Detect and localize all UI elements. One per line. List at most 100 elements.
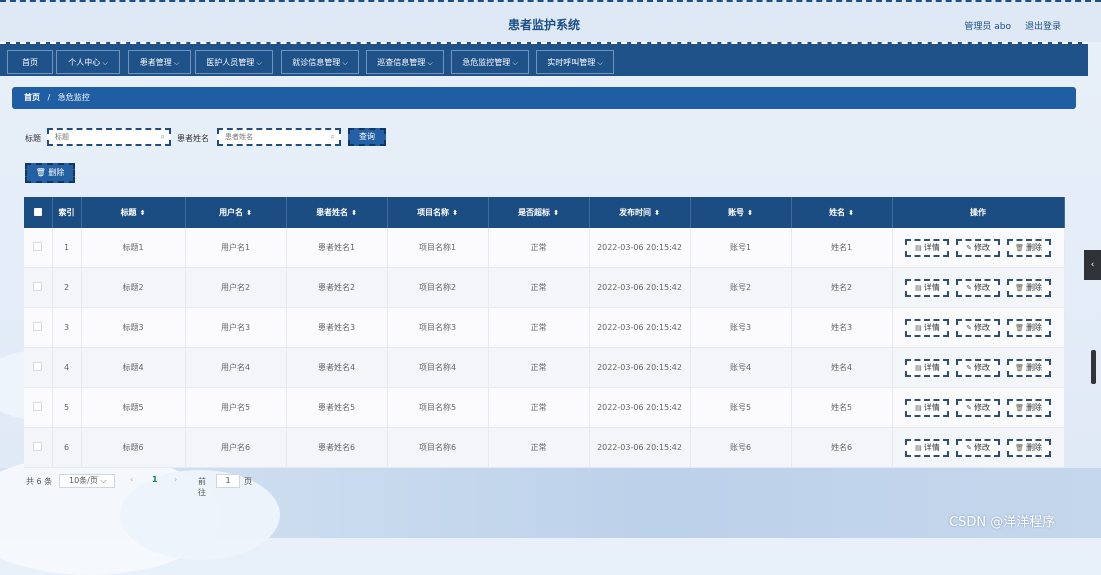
page-size-select[interactable]: 10条/页 ⌵ [59,474,115,488]
batch-delete-button[interactable]: 🗑 删除 [25,163,75,183]
cell-title: 标题4 [81,347,186,388]
column-header-title[interactable]: 标题 ⬍ [81,197,186,228]
sort-caret-icon[interactable]: ⬍ [246,209,252,217]
trash-icon: 🗑 [1015,363,1024,372]
pencil-icon: ✎ [966,323,972,332]
nav-item-patient-management[interactable]: 患者管理 ⌵ [128,50,191,74]
column-header-status[interactable]: 是否超标 ⬍ [488,197,590,228]
patient-name-box: ⌕ [217,128,341,146]
document-icon: ▤ [915,243,922,252]
edit-button[interactable]: ✎ 修改 [956,438,1000,457]
title-search-input[interactable] [49,130,169,144]
cell-patient-name: 患者姓名6 [286,427,388,468]
cell-name: 姓名2 [791,267,893,308]
delete-button[interactable]: 🗑 删除 [1006,238,1051,257]
column-header-name[interactable]: 姓名 ⬍ [791,197,893,228]
nav-item-personal-center[interactable]: 个人中心 ⌵ [56,50,120,74]
edit-button[interactable]: ✎ 修改 [956,358,1000,377]
sort-caret-icon[interactable]: ⬍ [553,209,559,217]
row-checkbox[interactable] [24,228,53,268]
trash-icon: 🗑 [35,168,46,177]
cell-actions: ▤ 详情 ✎ 修改 🗑 删除 [892,427,1065,468]
cell-index: 3 [52,307,82,348]
logout-link[interactable]: 退出登录 [1025,19,1061,32]
trash-icon: 🗑 [1015,243,1024,252]
detail-button[interactable]: ▤ 详情 [905,438,950,457]
cell-status: 正常 [488,307,590,348]
table-row: 4 标题4 用户名4 患者姓名4 项目名称4 正常 2022-03-06 20:… [24,347,1065,388]
edit-button[interactable]: ✎ 修改 [956,238,1000,257]
page-number-current[interactable]: 1 [152,475,158,484]
row-checkbox[interactable] [24,267,53,308]
detail-button[interactable]: ▤ 详情 [905,278,950,297]
nav-item-patrol-management[interactable]: 巡查信息管理 ⌵ [366,50,444,74]
nav-item-realtime-call[interactable]: 实时呼叫管理 ⌵ [536,50,614,74]
nav-item-critical-monitoring[interactable]: 急危监控管理 ⌵ [451,50,529,74]
side-collapse-handle[interactable]: ‹ [1084,250,1101,280]
chevron-down-icon: ⌵ [100,476,107,485]
cell-patient-name: 患者姓名5 [286,387,388,428]
column-header-project[interactable]: 项目名称 ⬍ [387,197,489,228]
prev-page-button[interactable]: ‹ [130,475,133,484]
detail-button[interactable]: ▤ 详情 [905,238,950,257]
edit-button[interactable]: ✎ 修改 [956,278,1000,297]
column-header-time[interactable]: 发布时间 ⬍ [589,197,691,228]
pencil-icon: ✎ [966,283,972,292]
cell-status: 正常 [488,427,590,468]
detail-button[interactable]: ▤ 详情 [905,318,950,337]
cell-publish-time: 2022-03-06 20:15:42 [589,387,691,428]
total-count: 共 6 条 [26,477,53,486]
column-header-account[interactable]: 账号 ⬍ [690,197,792,228]
scrollbar-thumb[interactable] [1091,350,1096,384]
chevron-down-icon: ⌵ [100,59,108,67]
sort-caret-icon[interactable]: ⬍ [654,209,660,217]
select-all-checkbox[interactable] [24,197,53,228]
delete-button[interactable]: 🗑 删除 [1006,318,1051,337]
sort-caret-icon[interactable]: ⬍ [452,209,458,217]
top-header: 患者监护系统 管理员 abo 退出登录 [0,0,1101,42]
detail-button[interactable]: ▤ 详情 [905,398,950,417]
sort-caret-icon[interactable]: ⬍ [140,209,146,217]
row-checkbox[interactable] [24,307,53,348]
edit-button[interactable]: ✎ 修改 [956,318,1000,337]
delete-button[interactable]: 🗑 删除 [1006,358,1051,377]
cell-actions: ▤ 详情 ✎ 修改 🗑 删除 [892,387,1065,428]
document-icon: ▤ [915,403,922,412]
patient-name-input[interactable] [219,130,339,144]
nav-item-home[interactable]: 首页 [7,50,53,74]
detail-button[interactable]: ▤ 详情 [905,358,950,377]
edit-button[interactable]: ✎ 修改 [956,398,1000,417]
cell-project-name: 项目名称5 [387,387,489,428]
next-page-button[interactable]: › [174,475,177,484]
goto-label: 前往 [198,477,206,497]
breadcrumb: 首页 / 急危监控 [12,87,1076,109]
column-header-patient[interactable]: 患者姓名 ⬍ [286,197,388,228]
column-header-username[interactable]: 用户名 ⬍ [185,197,287,228]
sort-caret-icon[interactable]: ⬍ [351,209,357,217]
row-checkbox[interactable] [24,387,53,428]
nav-item-visit-management[interactable]: 就诊信息管理 ⌵ [281,50,359,74]
row-checkbox[interactable] [24,427,53,468]
goto-page-input[interactable]: 1 [216,474,240,488]
cell-username: 用户名6 [185,427,287,468]
sort-caret-icon[interactable]: ⬍ [747,209,753,217]
cell-patient-name: 患者姓名2 [286,267,388,308]
breadcrumb-home[interactable]: 首页 [24,93,40,102]
search-icon: ⌕ [160,132,165,141]
query-button[interactable]: 查询 [348,128,386,146]
delete-button[interactable]: 🗑 删除 [1006,278,1051,297]
document-icon: ▤ [915,443,922,452]
table-row: 3 标题3 用户名3 患者姓名3 项目名称3 正常 2022-03-06 20:… [24,307,1065,348]
cell-patient-name: 患者姓名4 [286,347,388,388]
delete-button[interactable]: 🗑 删除 [1006,438,1051,457]
pencil-icon: ✎ [966,363,972,372]
cell-title: 标题2 [81,267,186,308]
row-checkbox[interactable] [24,347,53,388]
nav-item-staff-management[interactable]: 医护人员管理 ⌵ [195,50,273,74]
cell-username: 用户名5 [185,387,287,428]
cell-account: 账号3 [690,307,792,348]
chevron-down-icon: ⌵ [254,59,262,67]
sort-caret-icon[interactable]: ⬍ [848,209,854,217]
delete-button[interactable]: 🗑 删除 [1006,398,1051,417]
cell-name: 姓名6 [791,427,893,468]
